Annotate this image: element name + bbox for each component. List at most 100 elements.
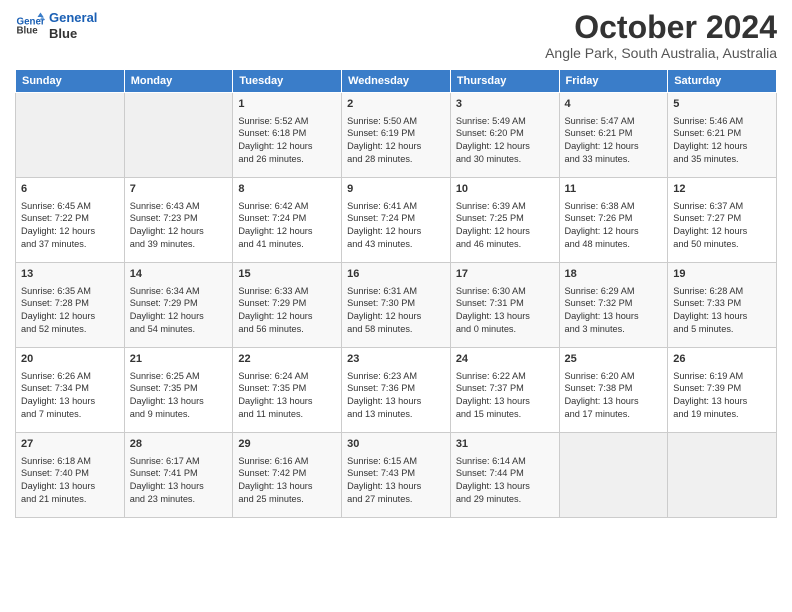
day-info: Sunrise: 6:39 AM: [456, 200, 554, 213]
day-info: Sunrise: 5:52 AM: [238, 115, 336, 128]
day-info: Sunset: 7:24 PM: [238, 212, 336, 225]
day-info: Daylight: 12 hours: [347, 140, 445, 153]
day-info: Daylight: 13 hours: [21, 480, 119, 493]
day-info: Sunrise: 5:49 AM: [456, 115, 554, 128]
calendar-cell: 9Sunrise: 6:41 AMSunset: 7:24 PMDaylight…: [342, 178, 451, 263]
day-info: Daylight: 13 hours: [456, 395, 554, 408]
day-number: 21: [130, 352, 228, 367]
day-info: Sunrise: 6:43 AM: [130, 200, 228, 213]
day-info: Sunrise: 6:35 AM: [21, 285, 119, 298]
calendar-cell: 16Sunrise: 6:31 AMSunset: 7:30 PMDayligh…: [342, 263, 451, 348]
day-info: Sunset: 6:19 PM: [347, 127, 445, 140]
calendar-cell: 6Sunrise: 6:45 AMSunset: 7:22 PMDaylight…: [16, 178, 125, 263]
day-info: and 50 minutes.: [673, 238, 771, 251]
day-info: Sunrise: 6:24 AM: [238, 370, 336, 383]
calendar-cell: 17Sunrise: 6:30 AMSunset: 7:31 PMDayligh…: [450, 263, 559, 348]
day-info: Daylight: 12 hours: [130, 225, 228, 238]
day-info: and 48 minutes.: [565, 238, 663, 251]
day-number: 6: [21, 182, 119, 197]
day-info: Sunrise: 6:30 AM: [456, 285, 554, 298]
calendar-cell: [668, 433, 777, 518]
calendar-cell: 5Sunrise: 5:46 AMSunset: 6:21 PMDaylight…: [668, 93, 777, 178]
day-info: Sunset: 7:42 PM: [238, 467, 336, 480]
day-info: and 9 minutes.: [130, 408, 228, 421]
day-info: Daylight: 12 hours: [21, 225, 119, 238]
calendar-cell: 15Sunrise: 6:33 AMSunset: 7:29 PMDayligh…: [233, 263, 342, 348]
day-info: Daylight: 13 hours: [238, 480, 336, 493]
day-info: and 43 minutes.: [347, 238, 445, 251]
day-number: 1: [238, 97, 336, 112]
day-info: Sunset: 7:30 PM: [347, 297, 445, 310]
day-info: and 7 minutes.: [21, 408, 119, 421]
day-number: 20: [21, 352, 119, 367]
calendar-header-monday: Monday: [124, 70, 233, 93]
calendar-cell: 24Sunrise: 6:22 AMSunset: 7:37 PMDayligh…: [450, 348, 559, 433]
calendar-header-friday: Friday: [559, 70, 668, 93]
day-info: Sunset: 7:25 PM: [456, 212, 554, 225]
day-info: Sunset: 7:44 PM: [456, 467, 554, 480]
calendar-cell: [559, 433, 668, 518]
day-info: Sunset: 7:29 PM: [238, 297, 336, 310]
day-number: 27: [21, 437, 119, 452]
calendar-cell: 26Sunrise: 6:19 AMSunset: 7:39 PMDayligh…: [668, 348, 777, 433]
calendar-header-saturday: Saturday: [668, 70, 777, 93]
day-number: 22: [238, 352, 336, 367]
calendar-cell: 3Sunrise: 5:49 AMSunset: 6:20 PMDaylight…: [450, 93, 559, 178]
calendar-cell: 2 Sunrise: 5:50 AMSunset: 6:19 PMDaylight…: [342, 93, 451, 178]
day-info: and 52 minutes.: [21, 323, 119, 336]
day-info: Sunset: 6:21 PM: [673, 127, 771, 140]
day-info: Sunset: 7:29 PM: [130, 297, 228, 310]
day-info: Daylight: 13 hours: [673, 395, 771, 408]
calendar-cell: 20Sunrise: 6:26 AMSunset: 7:34 PMDayligh…: [16, 348, 125, 433]
day-info: and 13 minutes.: [347, 408, 445, 421]
calendar-cell: 22Sunrise: 6:24 AMSunset: 7:35 PMDayligh…: [233, 348, 342, 433]
day-number: 23: [347, 352, 445, 367]
logo-text: General Blue: [49, 10, 97, 41]
day-info: Daylight: 13 hours: [347, 480, 445, 493]
calendar-cell: 25Sunrise: 6:20 AMSunset: 7:38 PMDayligh…: [559, 348, 668, 433]
day-info: and 30 minutes.: [456, 153, 554, 166]
day-info: and 54 minutes.: [130, 323, 228, 336]
day-info: Daylight: 12 hours: [456, 225, 554, 238]
calendar-cell: 1Sunrise: 5:52 AMSunset: 6:18 PMDaylight…: [233, 93, 342, 178]
day-number: 9: [347, 182, 445, 197]
day-info: and 58 minutes.: [347, 323, 445, 336]
calendar-cell: 29Sunrise: 6:16 AMSunset: 7:42 PMDayligh…: [233, 433, 342, 518]
day-number: 15: [238, 267, 336, 282]
day-info: Sunset: 7:32 PM: [565, 297, 663, 310]
day-info: Daylight: 12 hours: [347, 225, 445, 238]
calendar-cell: 27Sunrise: 6:18 AMSunset: 7:40 PMDayligh…: [16, 433, 125, 518]
day-info: Daylight: 13 hours: [347, 395, 445, 408]
day-info: Sunset: 6:20 PM: [456, 127, 554, 140]
day-info: Sunrise: 5:50 AM: [347, 115, 445, 128]
day-info: Sunset: 7:31 PM: [456, 297, 554, 310]
day-info: Sunset: 7:28 PM: [21, 297, 119, 310]
logo-general: General: [49, 10, 97, 25]
day-info: Sunset: 7:36 PM: [347, 382, 445, 395]
calendar-cell: 21Sunrise: 6:25 AMSunset: 7:35 PMDayligh…: [124, 348, 233, 433]
logo-icon: General Blue: [15, 11, 45, 41]
day-info: Sunrise: 6:26 AM: [21, 370, 119, 383]
day-info: Sunrise: 5:46 AM: [673, 115, 771, 128]
calendar-week-2: 6Sunrise: 6:45 AMSunset: 7:22 PMDaylight…: [16, 178, 777, 263]
day-info: Daylight: 12 hours: [21, 310, 119, 323]
day-number: 5: [673, 97, 771, 112]
day-info: and 17 minutes.: [565, 408, 663, 421]
day-info: Sunrise: 6:29 AM: [565, 285, 663, 298]
day-info: Sunrise: 6:16 AM: [238, 455, 336, 468]
calendar-header-row: SundayMondayTuesdayWednesdayThursdayFrid…: [16, 70, 777, 93]
day-info: Sunset: 7:37 PM: [456, 382, 554, 395]
day-info: and 3 minutes.: [565, 323, 663, 336]
calendar-cell: 12Sunrise: 6:37 AMSunset: 7:27 PMDayligh…: [668, 178, 777, 263]
day-info: Sunset: 7:40 PM: [21, 467, 119, 480]
day-number: 2: [347, 97, 445, 112]
day-number: 14: [130, 267, 228, 282]
day-number: 26: [673, 352, 771, 367]
day-info: Daylight: 12 hours: [238, 310, 336, 323]
day-number: 28: [130, 437, 228, 452]
day-info: Sunset: 7:38 PM: [565, 382, 663, 395]
month-title: October 2024: [545, 10, 777, 45]
day-number: 25: [565, 352, 663, 367]
day-info: Sunrise: 6:38 AM: [565, 200, 663, 213]
day-number: 8: [238, 182, 336, 197]
